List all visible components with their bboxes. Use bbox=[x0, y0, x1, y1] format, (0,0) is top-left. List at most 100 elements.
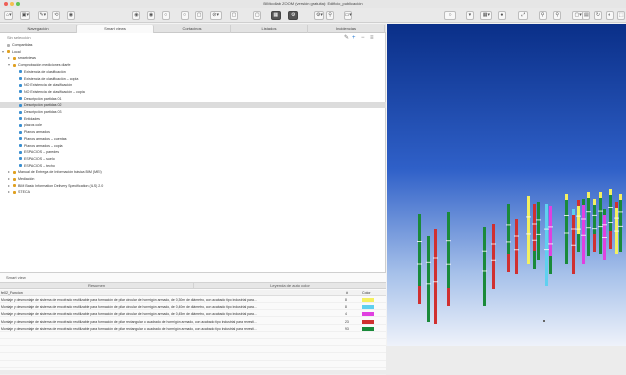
toolbar-button-24[interactable]: ⚲ bbox=[553, 11, 562, 20]
toolbar-button-6[interactable]: ◉ bbox=[147, 11, 156, 20]
toolbar-button-9[interactable]: ▢ bbox=[195, 11, 204, 20]
tab-smart-views[interactable]: Smart views bbox=[77, 25, 154, 33]
toolbar-button-2[interactable]: ✎▾ bbox=[37, 11, 48, 20]
floor-marker bbox=[586, 211, 591, 213]
toolbar-button-18[interactable]: ○ bbox=[444, 11, 457, 20]
model-column-segment bbox=[533, 251, 536, 269]
tree-item[interactable]: Planos armados bbox=[0, 129, 386, 135]
tree-item-label: NO Existencia de clasificación bbox=[24, 83, 73, 88]
toolbar-button-5[interactable]: ◉ bbox=[132, 11, 141, 20]
legend-row[interactable]: Montaje y desmontaje de sistema de encof… bbox=[0, 319, 386, 325]
tree-item[interactable]: NO Existencia de clasificación – copia bbox=[0, 89, 386, 95]
tree-item-label: Descripción partidas 03 bbox=[24, 110, 62, 114]
legend-color-swatch[interactable] bbox=[362, 305, 374, 310]
toolbar-button-23[interactable]: ⚲ bbox=[538, 11, 547, 20]
tree-item[interactable]: ESPACIOS – techo bbox=[0, 163, 386, 169]
edit-icon[interactable]: ✎ bbox=[344, 34, 349, 42]
tree-item[interactable]: ▸ STECA bbox=[0, 189, 386, 195]
tree-item[interactable]: plazos cole bbox=[0, 122, 386, 128]
toolbar-button-28[interactable]: ◐ bbox=[605, 11, 614, 20]
toolbar-button-10[interactable]: ⊘▾ bbox=[209, 11, 222, 20]
toolbar-button-15[interactable]: ⚙▾ bbox=[314, 11, 325, 20]
toolbar-button-7[interactable]: ○ bbox=[161, 11, 170, 20]
legend-row-description: Montaje y desmontaje de sistema de encof… bbox=[1, 326, 257, 331]
legend-row[interactable]: Montaje y desmontaje de sistema de encof… bbox=[0, 326, 386, 332]
tree-item[interactable]: ▸ smartviews bbox=[0, 55, 386, 61]
toolbar-button-0[interactable]: ⌂▾ bbox=[4, 11, 14, 20]
toolbar-button-22[interactable]: ⤢ bbox=[518, 11, 529, 20]
model-column-top bbox=[582, 199, 585, 205]
toolbar-button-29[interactable]: ⬚ bbox=[617, 11, 626, 20]
toolbar-button-11[interactable]: ▢ bbox=[230, 11, 239, 20]
expander-icon[interactable]: ▸ bbox=[8, 169, 10, 175]
expander-icon[interactable]: ▾ bbox=[8, 62, 10, 68]
legend-color-swatch[interactable] bbox=[362, 319, 374, 324]
legend-color-swatch[interactable] bbox=[362, 312, 374, 317]
tree-item[interactable]: ▾ Comprobación mediciones diarfe bbox=[0, 62, 386, 68]
menu-icon[interactable]: ≡ bbox=[370, 34, 374, 42]
legend-row-description: Montaje y desmontaje de sistema de encof… bbox=[1, 312, 257, 317]
tree-item[interactable]: Entidades bbox=[0, 116, 386, 122]
legend-row[interactable]: Montaje y desmontaje de sistema de encof… bbox=[0, 311, 386, 318]
legend-row[interactable]: Montaje y desmontaje de sistema de encof… bbox=[0, 304, 386, 311]
legend-color-swatch[interactable] bbox=[362, 298, 374, 302]
smart-view-icon bbox=[19, 97, 22, 101]
tab-navegación[interactable]: Navegación bbox=[0, 25, 77, 33]
tree-item[interactable]: Descripción partidas 02 bbox=[0, 102, 386, 109]
tab-leyenda-auto-color[interactable]: Leyenda de auto color bbox=[193, 283, 386, 289]
toolbar-button-1[interactable]: ▣▾ bbox=[20, 11, 31, 20]
toolbar-button-17[interactable]: ▭▾ bbox=[343, 11, 352, 20]
toolbar-button-3[interactable]: ⟲ bbox=[52, 11, 61, 20]
expander-icon[interactable]: ▸ bbox=[8, 183, 10, 189]
tree-item[interactable]: NO Existencia de clasificación bbox=[0, 82, 386, 88]
legend-color-swatch[interactable] bbox=[362, 326, 374, 331]
tree-item[interactable]: Existencia de clasificación – copia bbox=[0, 76, 386, 82]
3d-viewport[interactable] bbox=[387, 24, 626, 346]
toolbar-button-16[interactable]: ⚲ bbox=[326, 11, 335, 20]
tree-item[interactable]: ESPACIOS – suelo bbox=[0, 156, 386, 162]
floor-marker bbox=[602, 224, 607, 226]
tree-item[interactable]: Planos armados – copia bbox=[0, 143, 386, 149]
expander-icon[interactable]: ▾ bbox=[2, 49, 4, 55]
tree-item[interactable]: Descripción partidas 01 bbox=[0, 96, 386, 102]
toolbar-button-14[interactable]: ⚙ bbox=[288, 11, 299, 20]
tree-item[interactable]: ▸ Manual de Entrega de Información básica… bbox=[0, 169, 386, 175]
remove-icon[interactable]: − bbox=[361, 34, 365, 42]
legend-empty-row bbox=[0, 347, 386, 354]
legend-column-header: fe02_Funcion # Color bbox=[0, 290, 386, 296]
column-count[interactable]: # bbox=[346, 290, 348, 296]
floor-marker bbox=[581, 218, 586, 220]
column-name[interactable]: fe02_Funcion bbox=[1, 290, 23, 296]
toolbar-button-12[interactable]: ▢ bbox=[253, 11, 262, 20]
tree-item[interactable]: Descripción partidas 03 bbox=[0, 109, 386, 115]
tree-item[interactable]: ▾ Local bbox=[0, 49, 386, 55]
tree-item[interactable]: Existencia de clasificación bbox=[0, 69, 386, 75]
toolbar-button-20[interactable]: ▦▾ bbox=[480, 11, 493, 20]
toolbar-button-26[interactable]: ▤ bbox=[582, 11, 591, 20]
tree-item[interactable]: Compartidas bbox=[0, 42, 386, 48]
tree-item[interactable]: ▸ BIM Basic Information Delivery Specific… bbox=[0, 183, 386, 189]
expander-icon[interactable]: ▸ bbox=[8, 189, 10, 195]
toolbar-button-27[interactable]: ↻ bbox=[593, 11, 602, 20]
toolbar-button-19[interactable]: ▾ bbox=[465, 11, 474, 20]
column-color[interactable]: Color bbox=[362, 290, 371, 296]
expander-icon[interactable]: ▸ bbox=[8, 55, 10, 61]
floor-marker bbox=[426, 283, 431, 285]
tree-item[interactable]: ▸ Mediación bbox=[0, 176, 386, 182]
floor-marker bbox=[506, 224, 511, 226]
floor-marker bbox=[433, 281, 438, 283]
expander-icon[interactable]: ▸ bbox=[8, 176, 10, 182]
tree-item[interactable]: ESPACIOS – paredes bbox=[0, 149, 386, 155]
tab-listados[interactable]: Listados bbox=[231, 25, 308, 33]
legend-row[interactable]: Montaje y desmontaje de sistema de encof… bbox=[0, 297, 386, 303]
toolbar-button-4[interactable]: ◉ bbox=[66, 11, 75, 20]
toolbar-button-8[interactable]: ○ bbox=[180, 11, 189, 20]
toolbar-button-21[interactable]: ● bbox=[497, 11, 506, 20]
add-icon[interactable]: + bbox=[352, 34, 356, 42]
tree-item[interactable]: Planos armados – cuentas bbox=[0, 136, 386, 142]
toolbar-button-13[interactable]: ▦ bbox=[270, 11, 281, 20]
tab-cortacinos[interactable]: Cortacinos bbox=[154, 25, 231, 33]
tab-incidencias[interactable]: Incidencias bbox=[308, 25, 385, 33]
tree-item-label: Descripción partidas 01 bbox=[24, 96, 62, 101]
tab-resumen[interactable]: Resumen bbox=[0, 283, 193, 289]
